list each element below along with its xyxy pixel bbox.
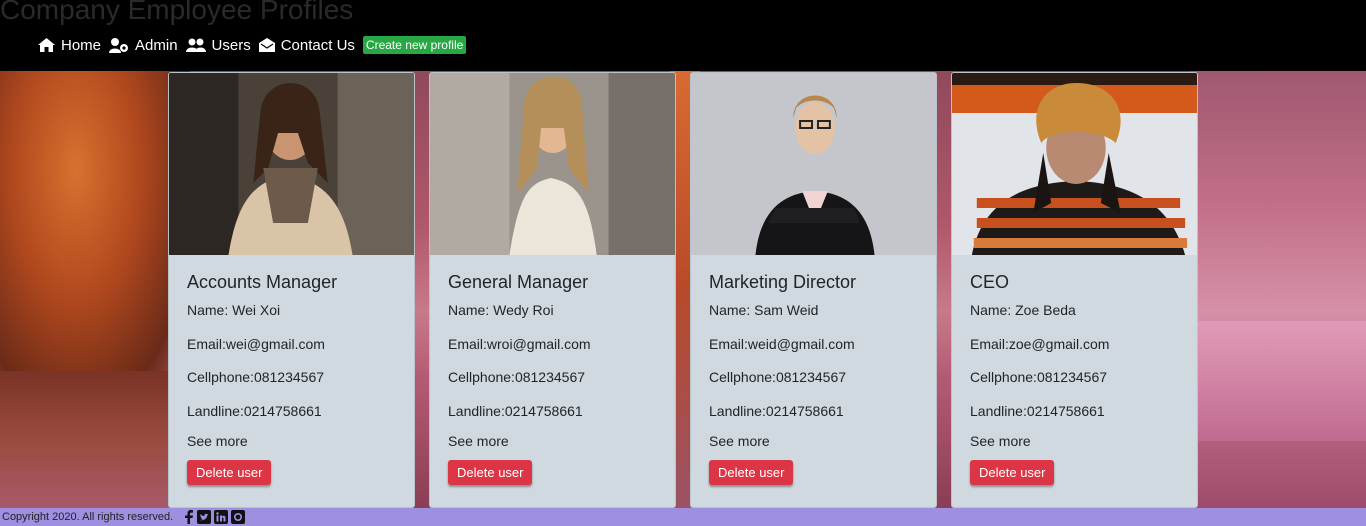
employee-landline: Landline:0214758661 [970,403,1105,419]
employee-cellphone: Cellphone:081234567 [970,369,1108,385]
nav-home[interactable]: Home [38,37,101,54]
employee-name: Name: Zoe Beda [970,302,1076,318]
employee-email: Email:wroi@gmail.com [448,336,591,352]
profile-card: Marketing Director Name: Sam Weid Email:… [690,72,937,508]
profile-card: General Manager Name: Wedy Roi Email:wro… [429,72,676,508]
employee-landline: Landline:0214758661 [187,403,322,419]
users-icon [185,38,206,52]
nav-contact-label: Contact Us [280,36,355,54]
employee-role: Accounts Manager [187,272,338,292]
background-ground [0,371,180,508]
employee-email: Email:weid@gmail.com [709,336,855,352]
github-icon[interactable] [231,510,245,526]
profile-card: CEO Name: Zoe Beda Email:zoe@gmail.com C… [951,72,1198,508]
delete-user-button[interactable]: Delete user [187,460,272,485]
see-more-link[interactable]: See more [709,433,770,449]
linkedin-icon[interactable] [214,510,228,526]
background-water [1190,321,1366,441]
employee-cellphone: Cellphone:081234567 [709,369,847,385]
nav-home-label: Home [61,36,102,54]
home-icon [38,38,55,52]
admin-icon [109,37,129,53]
employee-email: Email:wei@gmail.com [187,336,325,352]
employee-cellphone: Cellphone:081234567 [448,369,586,385]
background-tree-left [0,71,190,401]
see-more-link[interactable]: See more [448,433,509,449]
employee-landline: Landline:0214758661 [448,403,583,419]
facebook-icon[interactable] [184,510,194,526]
employee-name: Name: Wei Xoi [187,302,281,318]
delete-user-button[interactable]: Delete user [448,460,533,485]
twitter-icon[interactable] [197,510,211,526]
site-title: Company Employee Profiles [0,0,354,25]
main-nav: Home Admin Users Contact Us Create new p… [38,35,467,55]
employee-email: Email:zoe@gmail.com [970,336,1110,352]
employee-cellphone: Cellphone:081234567 [187,369,325,385]
employee-role: CEO [970,272,1010,292]
nav-contact[interactable]: Contact Us [258,36,355,54]
nav-users[interactable]: Users [185,36,251,54]
employee-landline: Landline:0214758661 [709,403,844,419]
employee-role: General Manager [448,272,589,292]
profile-photo [169,73,414,255]
background-sky-right [1190,71,1366,508]
see-more-link[interactable]: See more [970,433,1031,449]
nav-admin[interactable]: Admin [109,37,178,54]
envelope-icon [258,38,275,52]
profile-photo [952,73,1197,255]
profile-photo [430,73,675,255]
create-profile-button[interactable]: Create new profile [362,36,467,54]
social-links [184,510,248,526]
header-bar: Company Employee Profiles Home Admin Use… [0,0,1366,71]
see-more-link[interactable]: See more [187,433,248,449]
nav-admin-label: Admin [135,36,178,54]
profile-card: Accounts Manager Name: Wei Xoi Email:wei… [168,72,415,508]
nav-users-label: Users [211,36,251,54]
delete-user-button[interactable]: Delete user [709,460,794,485]
copyright-text: Copyright 2020. All rights reserved. [2,511,174,523]
employee-role: Marketing Director [709,272,857,292]
employee-name: Name: Sam Weid [709,302,819,318]
delete-user-button[interactable]: Delete user [970,460,1055,485]
footer: Copyright 2020. All rights reserved. [0,508,1366,526]
employee-name: Name: Wedy Roi [448,302,554,318]
profile-photo [691,73,936,255]
